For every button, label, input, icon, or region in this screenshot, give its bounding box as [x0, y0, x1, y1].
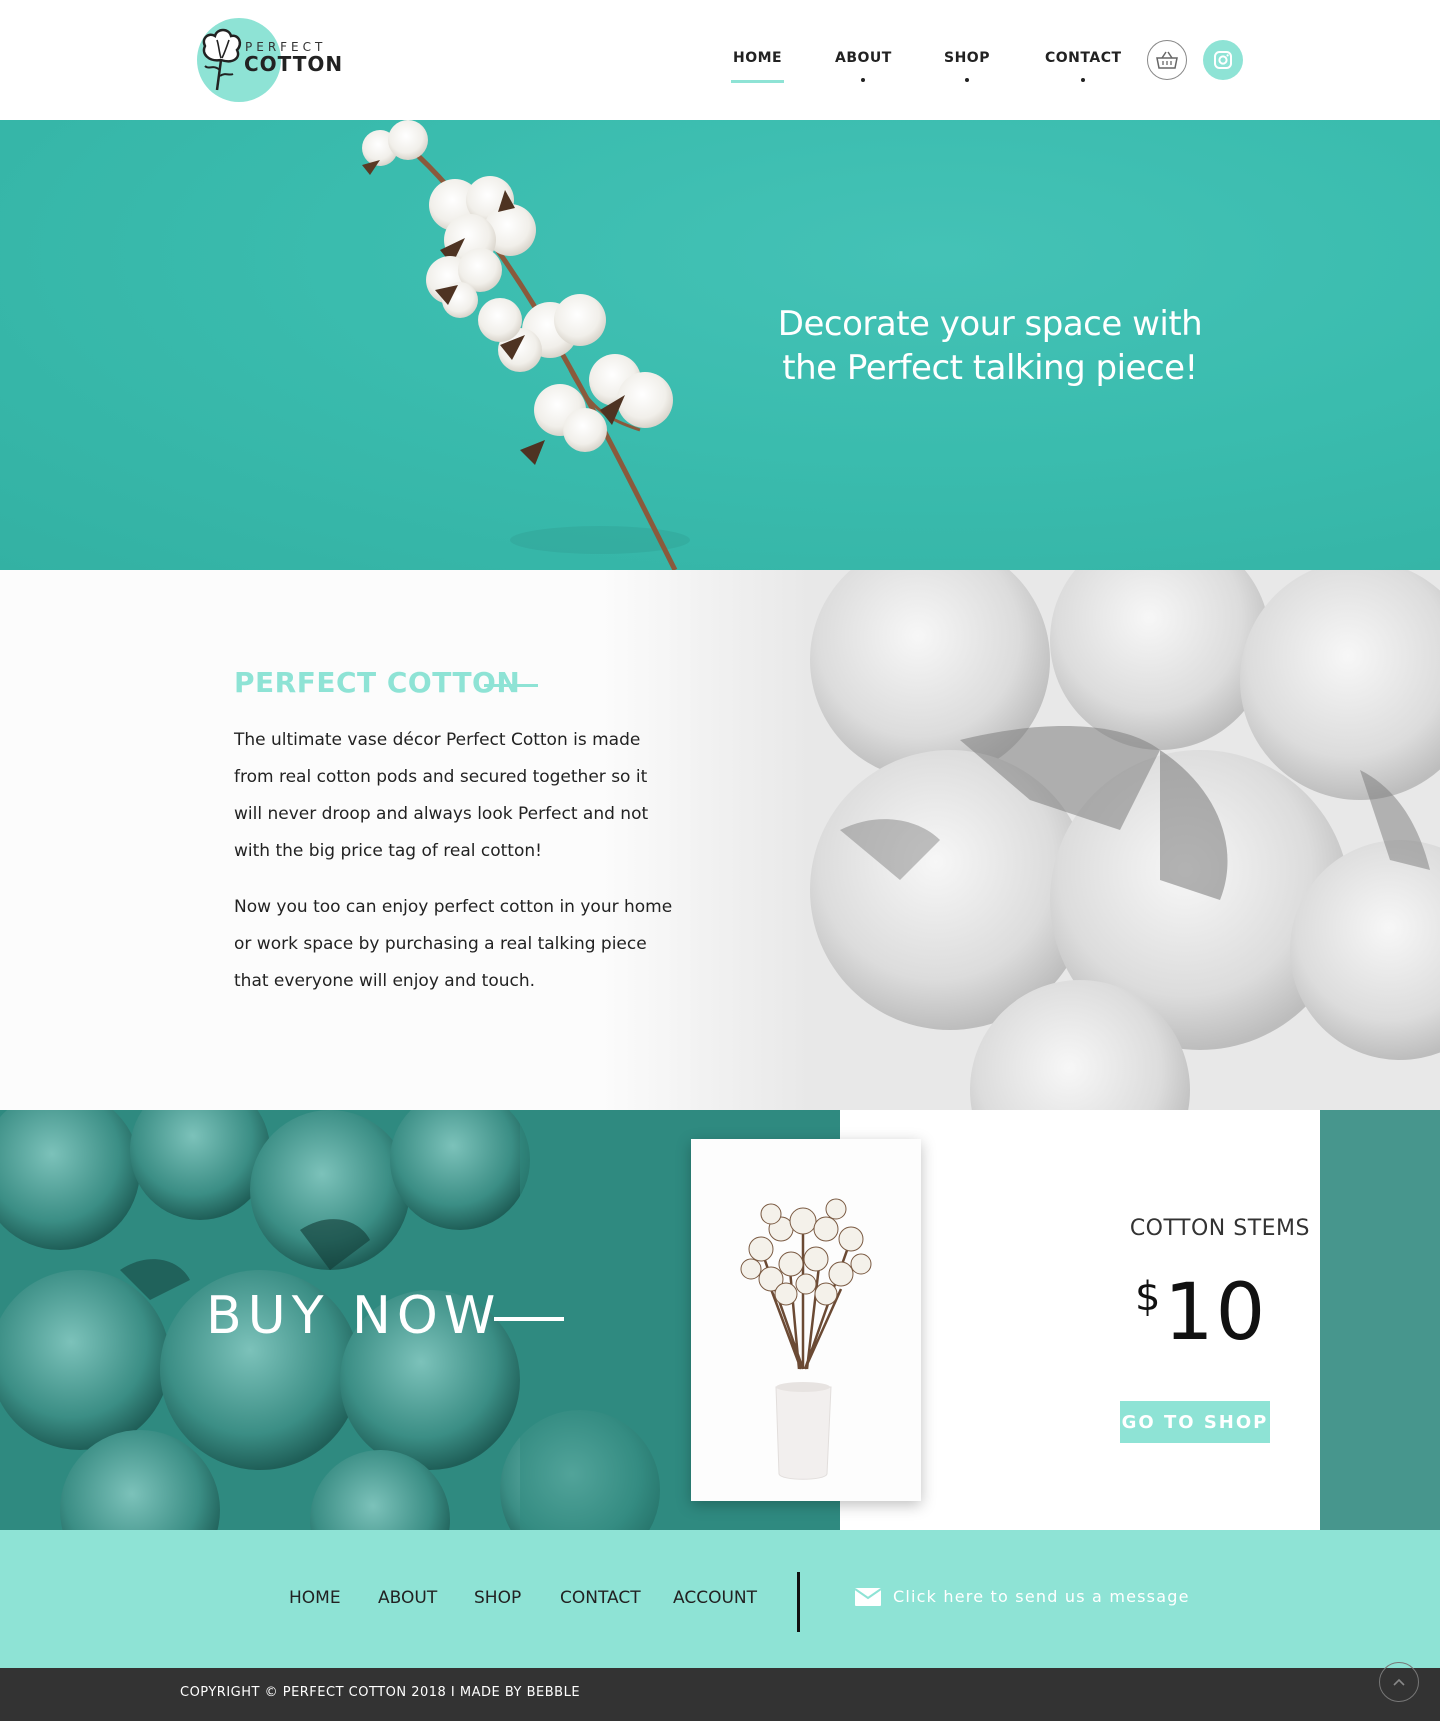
hero-banner: Decorate your space with the Perfect tal… — [0, 120, 1440, 570]
cart-button[interactable] — [1147, 40, 1187, 80]
footer-link-about[interactable]: ABOUT — [378, 1588, 437, 1608]
about-section: PERFECT COTTON The ultimate vase décor P… — [0, 570, 1440, 1110]
about-paragraph-1: The ultimate vase décor Perfect Cotton i… — [234, 730, 649, 861]
cotton-stems-vase-image — [691, 1139, 921, 1501]
instagram-icon — [1214, 51, 1232, 69]
send-message-text: Click here to send us a message — [893, 1587, 1190, 1606]
go-to-shop-button[interactable]: GO TO SHOP — [1120, 1401, 1270, 1443]
basket-icon — [1156, 51, 1178, 69]
footer-link-shop[interactable]: SHOP — [474, 1588, 521, 1608]
scroll-to-top-button[interactable] — [1379, 1662, 1419, 1702]
footer-divider — [797, 1572, 800, 1632]
nav-shop[interactable]: SHOP — [944, 50, 990, 82]
product-image-card[interactable] — [691, 1139, 921, 1501]
footer-link-contact[interactable]: CONTACT — [560, 1588, 641, 1608]
site-header: PERFECT COTTON HOME ABOUT SHOP CONTACT — [0, 0, 1440, 120]
logo-text-cotton: COTTON — [244, 52, 344, 76]
hero-line-2: the Perfect talking piece! — [782, 348, 1198, 388]
about-title: PERFECT COTTON — [234, 666, 521, 699]
hero-headline: Decorate your space with the Perfect tal… — [760, 302, 1220, 390]
hero-line-1: Decorate your space with — [777, 304, 1203, 344]
price-currency: $ — [1135, 1274, 1161, 1320]
product-section: BUY NOW COTTON STEMS $ 10 GO TO SHOP — [0, 1110, 1440, 1530]
nav-contact-label: CONTACT — [1045, 50, 1122, 66]
nav-about-label: ABOUT — [835, 50, 892, 66]
nav-contact[interactable]: CONTACT — [1045, 50, 1122, 82]
price-value: 10 — [1164, 1268, 1268, 1358]
footer-link-home[interactable]: HOME — [289, 1588, 341, 1608]
instagram-button[interactable] — [1203, 40, 1243, 80]
title-accent-line — [484, 684, 538, 687]
site-footer: HOME ABOUT SHOP CONTACT ACCOUNT Click he… — [0, 1530, 1440, 1668]
nav-dot — [1081, 78, 1086, 82]
cotton-closeup-image — [600, 570, 1440, 1110]
nav-about[interactable]: ABOUT — [835, 50, 892, 82]
right-accent-strip — [1320, 1110, 1440, 1530]
brand-logo[interactable]: PERFECT COTTON — [195, 18, 345, 102]
product-name: COTTON STEMS — [1129, 1216, 1310, 1241]
cotton-branch-image — [362, 120, 690, 570]
nav-home-label: HOME — [733, 50, 783, 66]
nav-shop-label: SHOP — [944, 50, 990, 66]
cotton-boll — [362, 120, 428, 175]
buy-now-heading: BUY NOW — [206, 1286, 502, 1346]
cotton-plant-icon — [202, 28, 242, 91]
footer-link-account[interactable]: ACCOUNT — [673, 1588, 757, 1608]
nav-dot — [861, 78, 866, 82]
envelope-icon — [855, 1587, 881, 1606]
buy-now-line — [494, 1317, 564, 1321]
nav-active-underline — [731, 80, 785, 83]
about-paragraph-2: Now you too can enjoy perfect cotton in … — [234, 897, 673, 991]
copyright-text: COPYRIGHT © PERFECT COTTON 2018 I MADE B… — [180, 1685, 581, 1700]
chevron-up-icon — [1393, 1678, 1405, 1686]
copyright-bar: COPYRIGHT © PERFECT COTTON 2018 I MADE B… — [0, 1668, 1440, 1721]
nav-dot — [964, 78, 969, 82]
nav-home[interactable]: HOME — [731, 50, 785, 83]
send-message-link[interactable]: Click here to send us a message — [855, 1587, 1190, 1606]
